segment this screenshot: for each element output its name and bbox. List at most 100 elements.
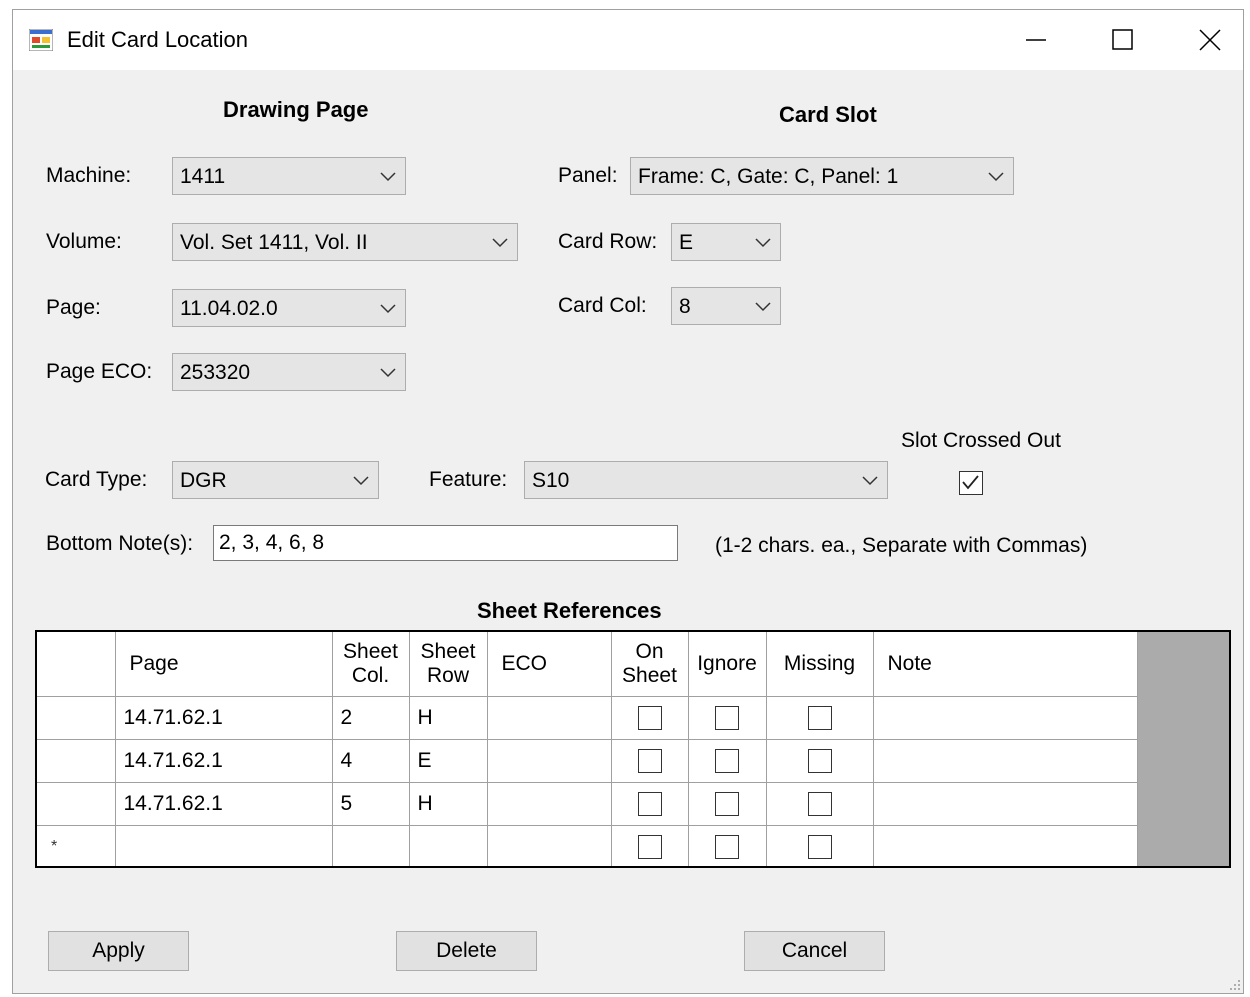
card-row-label: Card Row: <box>558 230 658 253</box>
resize-grip-icon[interactable] <box>1227 977 1241 991</box>
new-row[interactable]: * <box>37 825 1138 866</box>
cell-sheet-col[interactable]: 5 <box>332 782 410 826</box>
cell-sheet-row[interactable]: E <box>409 739 488 783</box>
volume-value: Vol. Set 1411, Vol. II <box>180 231 368 254</box>
cell-sheet-col[interactable]: 4 <box>332 739 410 783</box>
cell-eco[interactable] <box>487 782 612 826</box>
page-eco-value: 253320 <box>180 361 251 384</box>
card-type-dropdown[interactable]: DGR <box>172 461 379 499</box>
cell-ignore <box>688 696 767 740</box>
cell-note[interactable] <box>873 782 1138 826</box>
column-header-sheet-col[interactable]: Sheet Col. <box>332 632 410 697</box>
sheet-references-grid[interactable]: Page Sheet Col. Sheet Row ECO On Sheet Igno… <box>35 630 1231 868</box>
column-header-missing[interactable]: Missing <box>766 632 874 697</box>
column-header-page[interactable]: Page <box>115 632 333 697</box>
minimize-icon <box>1026 39 1046 41</box>
card-type-value: DGR <box>180 469 227 492</box>
card-col-label: Card Col: <box>558 294 647 317</box>
row-header[interactable] <box>37 782 116 826</box>
maximize-button[interactable] <box>1088 10 1158 70</box>
machine-label: Machine: <box>46 164 132 187</box>
on-sheet-checkbox[interactable] <box>637 748 662 773</box>
table-row[interactable]: 14.71.62.1 2 H <box>37 696 1138 740</box>
column-header-sheet-row[interactable]: Sheet Row <box>409 632 488 697</box>
machine-dropdown[interactable]: 1411 <box>172 157 406 195</box>
maximize-icon <box>1112 29 1133 50</box>
card-row-dropdown[interactable]: E <box>671 223 781 261</box>
volume-dropdown[interactable]: Vol. Set 1411, Vol. II <box>172 223 518 261</box>
chevron-down-icon <box>380 368 396 378</box>
grid-header-row: Page Sheet Col. Sheet Row ECO On Sheet Igno… <box>37 632 1138 697</box>
row-header[interactable] <box>37 739 116 783</box>
slot-crossed-out-label: Slot Crossed Out <box>901 429 1061 452</box>
on-sheet-checkbox[interactable] <box>637 791 662 816</box>
cell-page[interactable]: 14.71.62.1 <box>115 782 333 826</box>
cell-sheet-row[interactable]: H <box>409 782 488 826</box>
ignore-checkbox[interactable] <box>715 791 739 816</box>
table-row[interactable]: 14.71.62.1 5 H <box>37 782 1138 826</box>
missing-checkbox[interactable] <box>807 705 832 730</box>
minimize-button[interactable] <box>1001 10 1071 70</box>
cell-page[interactable]: 14.71.62.1 <box>115 739 333 783</box>
feature-dropdown[interactable]: S10 <box>524 461 888 499</box>
cell-page[interactable]: 14.71.62.1 <box>115 696 333 740</box>
cell-sheet-col[interactable] <box>332 825 410 866</box>
chevron-down-icon <box>988 172 1004 182</box>
cell-sheet-row[interactable]: H <box>409 696 488 740</box>
delete-button[interactable]: Delete <box>396 931 537 971</box>
cell-missing <box>766 739 874 783</box>
chevron-down-icon <box>380 304 396 314</box>
cell-note[interactable] <box>873 825 1138 866</box>
chevron-down-icon <box>492 238 508 248</box>
volume-label: Volume: <box>46 230 122 253</box>
row-header[interactable] <box>37 696 116 740</box>
card-col-dropdown[interactable]: 8 <box>671 287 781 325</box>
cell-ignore <box>688 825 767 866</box>
cancel-button[interactable]: Cancel <box>744 931 885 971</box>
new-row-marker[interactable]: * <box>37 825 116 866</box>
cell-page[interactable] <box>115 825 333 866</box>
cell-on-sheet <box>611 696 689 740</box>
column-header-eco[interactable]: ECO <box>487 632 612 697</box>
page-value: 11.04.02.0 <box>180 297 278 320</box>
cell-missing <box>766 782 874 826</box>
title-bar[interactable]: Edit Card Location <box>13 10 1243 70</box>
missing-checkbox[interactable] <box>807 791 832 816</box>
column-header-note[interactable]: Note <box>873 632 1138 697</box>
ignore-checkbox[interactable] <box>715 705 739 730</box>
on-sheet-checkbox[interactable] <box>637 834 662 859</box>
column-header-ignore[interactable]: Ignore <box>688 632 767 697</box>
ignore-checkbox[interactable] <box>715 834 739 859</box>
panel-dropdown[interactable]: Frame: C, Gate: C, Panel: 1 <box>630 157 1014 195</box>
close-icon <box>1199 29 1221 51</box>
cell-eco[interactable] <box>487 739 612 783</box>
page-dropdown[interactable]: 11.04.02.0 <box>172 289 406 327</box>
apply-button[interactable]: Apply <box>48 931 189 971</box>
slot-crossed-out-checkbox[interactable] <box>959 471 983 495</box>
sheet-references-heading: Sheet References <box>477 598 662 623</box>
machine-value: 1411 <box>180 165 226 188</box>
cell-eco[interactable] <box>487 696 612 740</box>
page-eco-dropdown[interactable]: 253320 <box>172 353 406 391</box>
ignore-checkbox[interactable] <box>715 748 739 773</box>
card-col-value: 8 <box>679 295 691 318</box>
panel-value: Frame: C, Gate: C, Panel: 1 <box>638 165 899 188</box>
cell-on-sheet <box>611 739 689 783</box>
cell-eco[interactable] <box>487 825 612 866</box>
column-header-on-sheet[interactable]: On Sheet <box>611 632 689 697</box>
card-slot-heading: Card Slot <box>779 102 877 127</box>
missing-checkbox[interactable] <box>807 834 832 859</box>
row-header-corner[interactable] <box>37 632 116 697</box>
missing-checkbox[interactable] <box>807 748 832 773</box>
edit-card-location-window: Edit Card Location Drawing Page Card Slo… <box>12 9 1244 994</box>
cell-sheet-row[interactable] <box>409 825 488 866</box>
chevron-down-icon <box>862 476 878 486</box>
panel-label: Panel: <box>558 164 618 187</box>
table-row[interactable]: 14.71.62.1 4 E <box>37 739 1138 783</box>
cell-note[interactable] <box>873 739 1138 783</box>
cell-note[interactable] <box>873 696 1138 740</box>
close-button[interactable] <box>1175 10 1245 70</box>
on-sheet-checkbox[interactable] <box>637 705 662 730</box>
cell-sheet-col[interactable]: 2 <box>332 696 410 740</box>
bottom-notes-input[interactable]: 2, 3, 4, 6, 8 <box>213 525 678 561</box>
